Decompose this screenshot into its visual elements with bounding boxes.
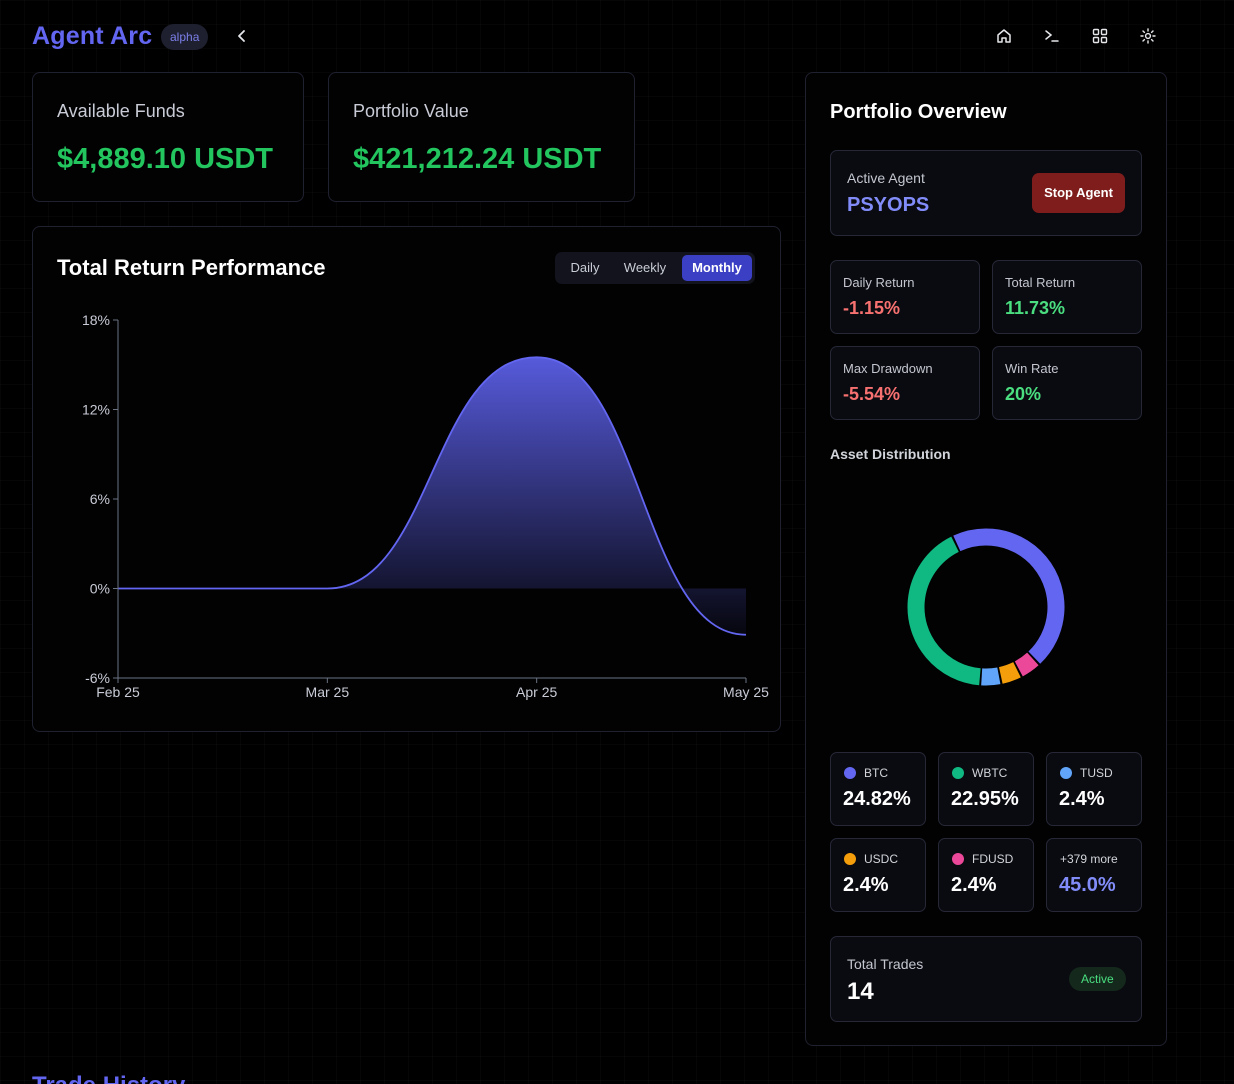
active-agent-name: PSYOPS: [847, 194, 930, 216]
brand-title[interactable]: Agent Arc: [32, 22, 152, 51]
legend-dot: [952, 767, 964, 779]
stop-agent-button[interactable]: Stop Agent: [1032, 173, 1125, 213]
asset-card-more: +379 more 45.0%: [1046, 838, 1142, 912]
available-funds-value: $4,889.10 USDT: [57, 143, 274, 175]
available-funds-card: Available Funds $4,889.10 USDT: [32, 72, 304, 202]
total-trades-label: Total Trades: [847, 956, 924, 972]
total-trades-panel: Total Trades 14 Active: [830, 936, 1142, 1022]
metric-win-rate: Win Rate 20%: [992, 346, 1142, 420]
portfolio-value-card: Portfolio Value $421,212.24 USDT: [328, 72, 635, 202]
metric-label: Max Drawdown: [843, 361, 933, 376]
asset-card-usdc: USDC 2.4%: [830, 838, 926, 912]
gear-icon[interactable]: [1136, 24, 1160, 48]
asset-name: WBTC: [972, 766, 1008, 780]
x-tick-label: Feb 25: [96, 684, 140, 700]
asset-distribution-title: Asset Distribution: [830, 446, 951, 462]
active-agent-panel: Active Agent PSYOPS Stop Agent: [830, 150, 1142, 236]
x-tick-label: Apr 25: [516, 684, 557, 700]
grid-icon[interactable]: [1088, 24, 1112, 48]
metric-value: -5.54%: [843, 384, 901, 404]
asset-value: 2.4%: [843, 874, 889, 896]
y-tick-label: 0%: [90, 581, 110, 597]
status-badge: Active: [1069, 967, 1126, 991]
asset-name: TUSD: [1080, 766, 1113, 780]
metric-label: Daily Return: [843, 275, 915, 290]
x-tick-label: Mar 25: [306, 684, 350, 700]
performance-chart: 18%12%6%0%-6%Feb 25 Mar 25 Apr 25 May 25: [82, 312, 769, 700]
metric-total-return: Total Return 11.73%: [992, 260, 1142, 334]
performance-card: Total Return Performance Daily Weekly Mo…: [32, 226, 781, 732]
asset-value: 24.82%: [843, 788, 911, 810]
asset-card-wbtc: WBTC 22.95%: [938, 752, 1034, 826]
y-tick-label: 18%: [82, 312, 110, 328]
legend-dot: [1060, 767, 1072, 779]
total-trades-count: 14: [847, 978, 874, 1005]
x-tick-label: May 25: [723, 684, 769, 700]
home-icon[interactable]: [992, 24, 1016, 48]
legend-dot: [952, 853, 964, 865]
asset-name: BTC: [864, 766, 888, 780]
chevron-left-icon[interactable]: [231, 25, 253, 47]
asset-value: 22.95%: [951, 788, 1019, 810]
asset-card-btc: BTC 24.82%: [830, 752, 926, 826]
asset-more-name: +379 more: [1060, 852, 1118, 866]
asset-card-fdusd: FDUSD 2.4%: [938, 838, 1034, 912]
legend-dot: [844, 767, 856, 779]
asset-name: FDUSD: [972, 852, 1014, 866]
asset-donut-chart: [907, 528, 1065, 686]
asset-more-value: 45.0%: [1059, 874, 1116, 896]
y-tick-label: 12%: [82, 402, 110, 418]
overview-title: Portfolio Overview: [830, 101, 1007, 123]
metric-value: 11.73%: [1005, 298, 1066, 318]
alpha-badge: alpha: [161, 24, 209, 50]
metric-label: Win Rate: [1005, 361, 1059, 376]
available-funds-label: Available Funds: [57, 101, 185, 121]
trade-history-heading: Trade History: [32, 1072, 185, 1084]
portfolio-value-amount: $421,212.24 USDT: [353, 143, 602, 175]
asset-value: 2.4%: [951, 874, 997, 896]
metric-label: Total Return: [1005, 275, 1076, 290]
metric-value: 20%: [1005, 384, 1042, 404]
terminal-icon[interactable]: [1040, 24, 1064, 48]
metric-max-drawdown: Max Drawdown -5.54%: [830, 346, 980, 420]
y-tick-label: 6%: [90, 491, 110, 507]
area-fill: [118, 357, 746, 635]
active-agent-label: Active Agent: [847, 170, 925, 186]
portfolio-value-label: Portfolio Value: [353, 101, 469, 121]
metric-daily-return: Daily Return -1.15%: [830, 260, 980, 334]
metric-value: -1.15%: [843, 298, 901, 318]
asset-card-tusd: TUSD 2.4%: [1046, 752, 1142, 826]
asset-name: USDC: [864, 852, 899, 866]
portfolio-overview-card: Portfolio Overview Active Agent PSYOPS S…: [805, 72, 1167, 1046]
legend-dot: [844, 853, 856, 865]
asset-value: 2.4%: [1059, 788, 1105, 810]
